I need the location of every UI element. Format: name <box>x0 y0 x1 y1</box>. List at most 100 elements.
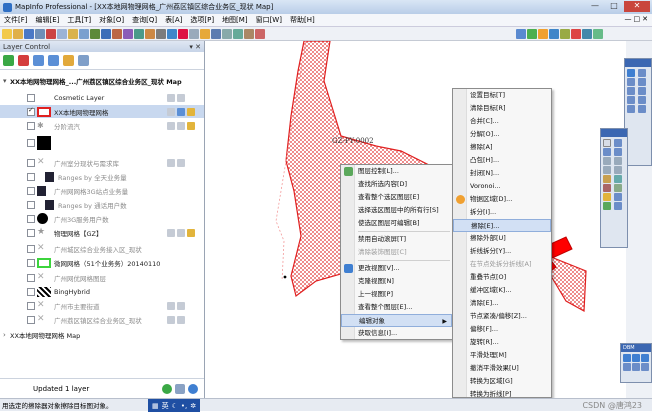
layer-checkbox[interactable] <box>27 139 35 147</box>
rounded-rect-tool-icon[interactable] <box>638 96 646 104</box>
menu-item-erase-a[interactable]: 擦除[A] <box>453 141 551 154</box>
layer-row[interactable]: 广州网网格3G站点业务量 <box>0 184 204 197</box>
menu-item-clear-target[interactable]: 清除目标[R] <box>453 102 551 115</box>
calculator-icon[interactable] <box>156 28 166 39</box>
menu-item-view-entire-selected-layer[interactable]: 查看整个选区图层[E] <box>341 191 452 204</box>
menu-item-voronoi[interactable]: Voronoi... <box>453 180 551 193</box>
help-icon[interactable] <box>167 28 177 39</box>
layer-row[interactable]: ★ 物理网格【GZ】 <box>0 226 204 239</box>
drag-map-icon[interactable] <box>614 175 622 183</box>
marquee-tool-icon[interactable] <box>614 139 622 147</box>
layer-row[interactable]: 广州3G服务用户数 <box>0 212 204 225</box>
options-icon[interactable] <box>175 384 185 394</box>
menu-item-edit-objects[interactable]: 编辑对象 ▶ <box>341 314 452 327</box>
selectable-icon[interactable] <box>177 107 185 116</box>
layer-checkbox[interactable] <box>27 172 35 181</box>
layer-row[interactable]: XX本地网物理网格 <box>0 105 204 118</box>
selectable-icon[interactable] <box>177 315 185 324</box>
info-tool-icon[interactable] <box>614 166 622 174</box>
dock-tool-2-icon[interactable] <box>527 28 537 39</box>
redistrict-icon[interactable] <box>134 28 144 39</box>
mdi-restore-button[interactable]: □ <box>634 15 641 23</box>
menu-objects[interactable]: 对象[O] <box>95 15 128 25</box>
dock-tool-6-icon[interactable] <box>571 28 581 39</box>
editable-icon[interactable] <box>167 107 175 116</box>
menu-item-split[interactable]: 拆分[I]... <box>453 206 551 219</box>
paste-icon[interactable] <box>68 28 78 39</box>
layer-row[interactable]: ✕ 广州网优网格图层 <box>0 271 204 284</box>
layer-group-row[interactable]: › XX本地网物理网格 Map <box>0 328 204 341</box>
selectable-icon[interactable] <box>177 301 185 310</box>
selectable-icon[interactable] <box>177 121 185 130</box>
dbm-tool-2-icon[interactable] <box>632 354 640 362</box>
layer-row[interactable]: Ranges by 全天业务量 <box>0 170 204 183</box>
menu-item-clone-view[interactable]: 克隆视图[N] <box>341 275 452 288</box>
menu-edit[interactable]: 编辑[E] <box>32 15 64 25</box>
print-icon[interactable] <box>35 28 45 39</box>
statistics-tool-icon[interactable] <box>603 202 611 210</box>
layer-checkbox[interactable] <box>27 93 35 102</box>
new-grapher-icon[interactable] <box>112 28 122 39</box>
label-icon[interactable] <box>187 228 195 237</box>
menu-item-unsmooth[interactable]: 撤消平滑效果[U] <box>453 362 551 375</box>
menu-item-data-region[interactable]: 物据区域[D]... <box>453 193 551 206</box>
menu-item-change-view[interactable]: 更改视图[V]... <box>341 262 452 275</box>
layer-row[interactable]: 微网网格（51个业务务）20140110 <box>0 256 204 269</box>
dbm-tool-5-icon[interactable] <box>632 363 640 371</box>
menu-item-rotate[interactable]: 旋转[R]... <box>453 336 551 349</box>
menu-item-view-entire-layer[interactable]: 查看整个图层[E]... <box>341 301 452 314</box>
menu-item-enclose[interactable]: 封闭[N]... <box>453 167 551 180</box>
zoom-out-icon[interactable] <box>614 157 622 165</box>
layer-checkbox[interactable] <box>27 244 35 253</box>
layer-row[interactable]: ✕ 广州城区综合业务接入区_现状 <box>0 242 204 255</box>
layer-checkbox[interactable] <box>27 106 35 116</box>
grabber-icon[interactable] <box>603 166 611 174</box>
cut-icon[interactable] <box>46 28 56 39</box>
layer-row[interactable] <box>0 133 204 153</box>
undo-icon[interactable] <box>79 28 89 39</box>
layer-group-row[interactable]: ▾ XX本地网物理网格_...广州荔区镇区综合业务区_现状 Map <box>0 74 204 87</box>
info-icon[interactable] <box>244 28 254 39</box>
menu-item-snap-thin[interactable]: 节点紧凑/偏移[Z]... <box>453 310 551 323</box>
new-browser-icon[interactable] <box>90 28 100 39</box>
menu-item-select-all-rows[interactable]: 选择选区图层中的所有行[S] <box>341 204 452 217</box>
pan-icon[interactable] <box>233 28 243 39</box>
layer-checkbox[interactable] <box>27 301 35 310</box>
menu-item-erase[interactable]: 擦除[E]... <box>453 219 551 232</box>
mdi-close-button[interactable]: ✕ <box>642 15 648 23</box>
editable-icon[interactable] <box>167 93 175 102</box>
open-icon[interactable] <box>13 28 23 39</box>
editable-icon[interactable] <box>167 315 175 324</box>
ime-bar[interactable]: ▦ 英 ☾ •, ✲ <box>148 399 201 412</box>
remove-layer-icon[interactable] <box>18 55 29 66</box>
copy-icon[interactable] <box>57 28 67 39</box>
save-icon[interactable] <box>24 28 34 39</box>
tool-icon[interactable] <box>189 28 199 39</box>
menu-item-set-target[interactable]: 设置目标[T] <box>453 89 551 102</box>
expand-icon[interactable]: › <box>3 331 6 339</box>
layer-properties-icon[interactable] <box>63 55 74 66</box>
line-tool-icon[interactable] <box>638 69 646 77</box>
layer-checkbox[interactable] <box>27 273 35 282</box>
text-tool-icon[interactable] <box>627 105 635 113</box>
menu-item-convert-to-polyline[interactable]: 转换为折线[P] <box>453 388 551 397</box>
label-icon[interactable] <box>255 28 265 39</box>
new-mapper-icon[interactable] <box>101 28 111 39</box>
boundary-select-icon[interactable] <box>614 148 622 156</box>
table-icon[interactable] <box>211 28 221 39</box>
ellipse-tool-icon[interactable] <box>638 87 646 95</box>
polyline-tool-icon[interactable] <box>627 78 635 86</box>
pointer-tool-icon[interactable] <box>627 69 635 77</box>
polygon-tool-icon[interactable] <box>627 87 635 95</box>
menu-map[interactable]: 地图[M] <box>218 15 252 25</box>
editable-icon[interactable] <box>167 121 175 130</box>
dbm-tool-6-icon[interactable] <box>641 363 649 371</box>
label-icon[interactable] <box>187 121 195 130</box>
menu-options[interactable]: 选项[P] <box>186 15 218 25</box>
layer-checkbox[interactable] <box>27 315 35 324</box>
ruler-tool-icon[interactable] <box>603 184 611 192</box>
menu-item-convert-to-region[interactable]: 转换为区域[G] <box>453 375 551 388</box>
zoom-icon[interactable] <box>222 28 232 39</box>
dock-tool-3-icon[interactable] <box>538 28 548 39</box>
layer-row[interactable]: Ranges by 通话用户数 <box>0 198 204 211</box>
